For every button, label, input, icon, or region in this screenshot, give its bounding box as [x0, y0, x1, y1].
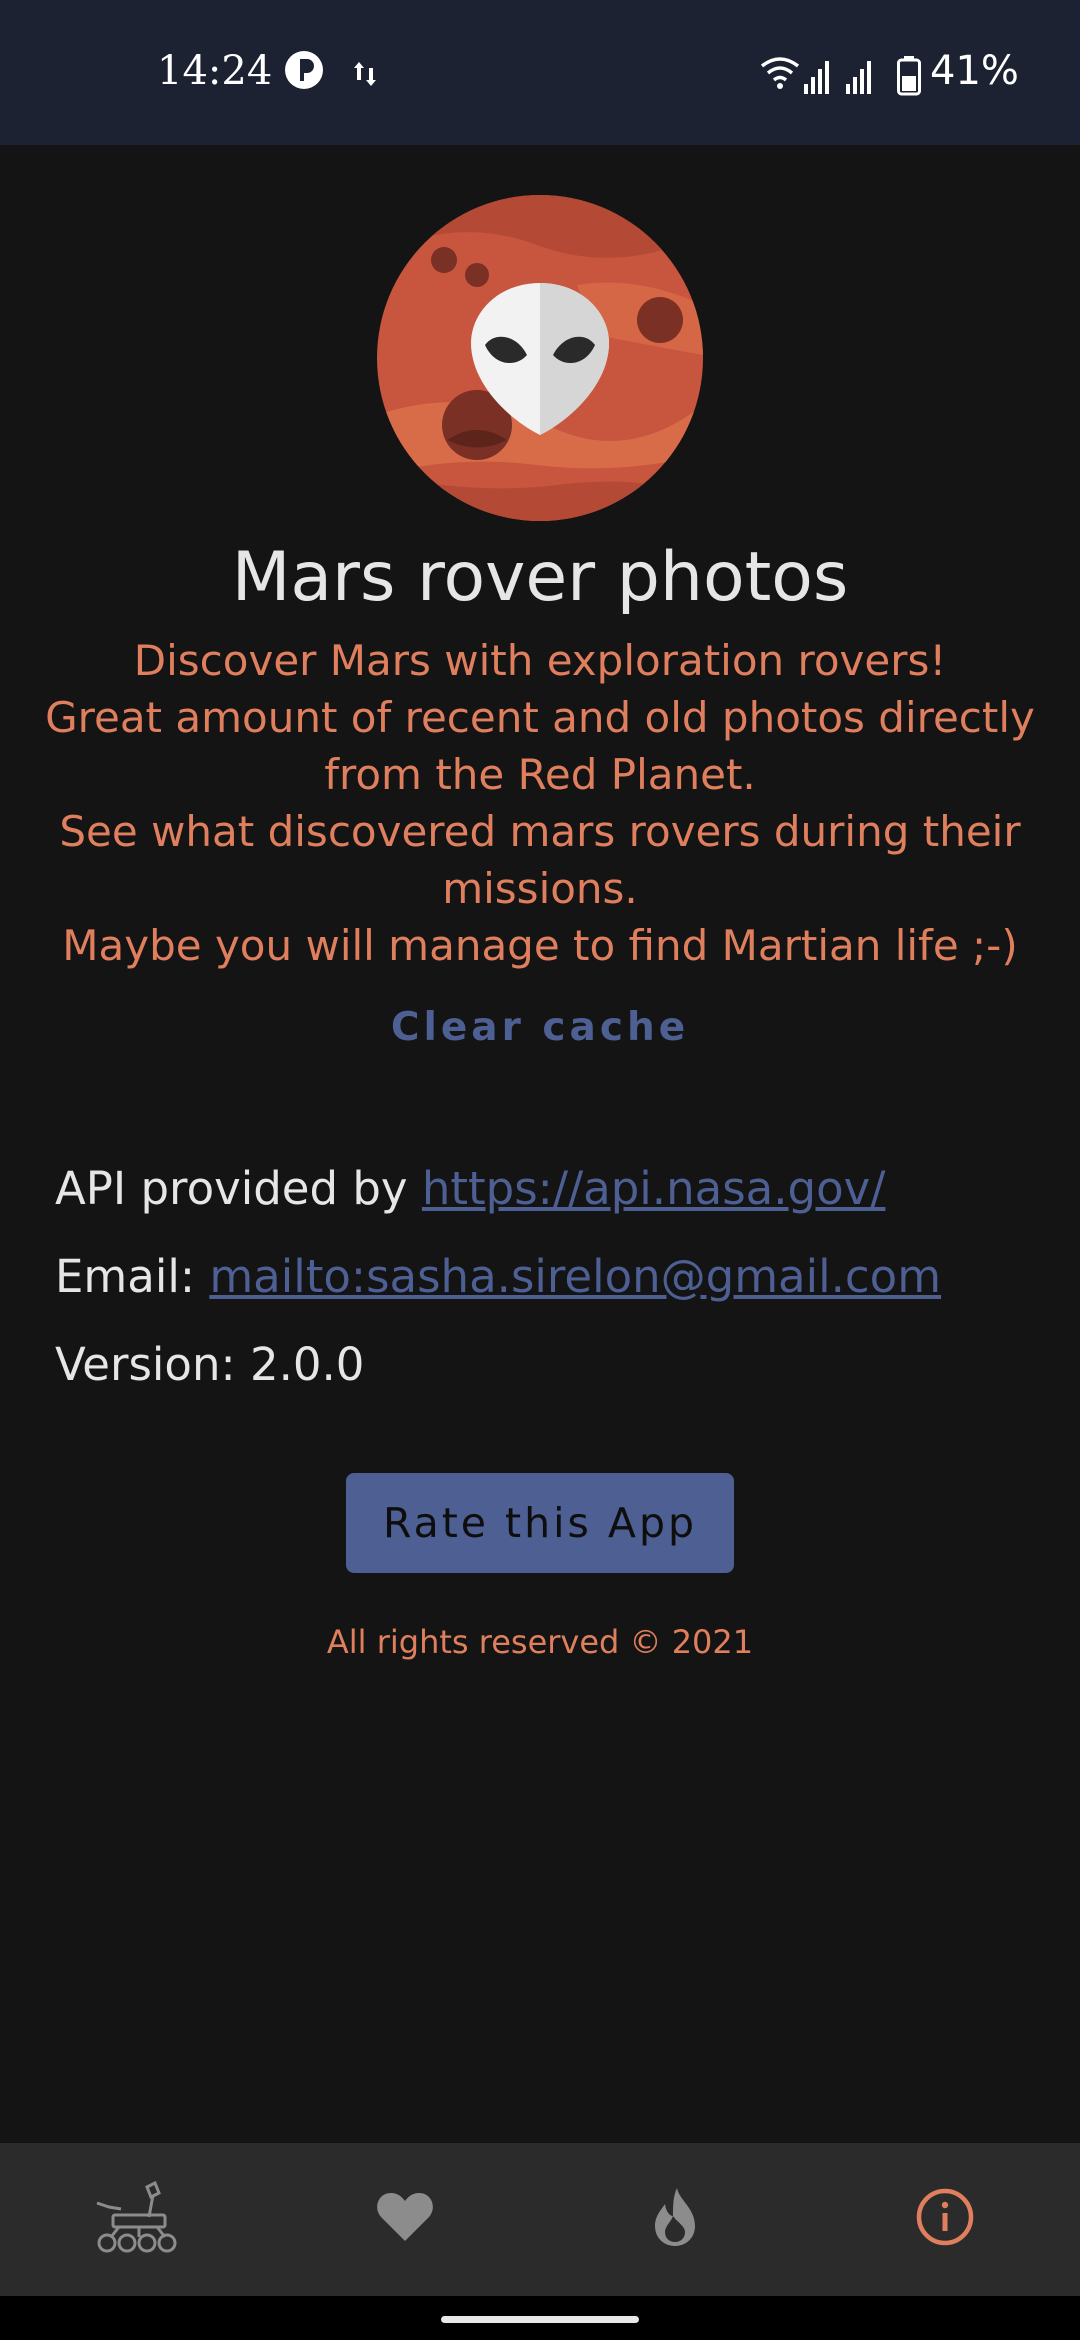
fire-icon	[651, 2186, 699, 2253]
description-line: Discover Mars with exploration rovers!	[133, 636, 947, 685]
home-gesture-bar[interactable]	[441, 2316, 639, 2323]
email-label: Email:	[55, 1250, 210, 1303]
description-line: from the Red Planet.	[324, 750, 756, 799]
email-link[interactable]: mailto:sasha.sirelon@gmail.com	[209, 1250, 941, 1303]
wifi-icon	[760, 54, 800, 95]
api-link[interactable]: https://api.nasa.gov/	[422, 1162, 886, 1215]
rate-app-button[interactable]: Rate this App	[346, 1473, 734, 1573]
description-line: See what discovered mars rovers during t…	[59, 807, 1021, 856]
description-line: Maybe you will manage to find Martian li…	[62, 921, 1018, 970]
version-info: Version: 2.0.0	[55, 1338, 365, 1391]
copyright-text: All rights reserved © 2021	[326, 1623, 754, 1661]
battery-icon	[897, 56, 921, 101]
clear-cache-button[interactable]: Clear cache	[0, 1005, 1080, 1050]
description-line: missions.	[442, 864, 638, 913]
signal-icon	[804, 60, 834, 99]
api-info: API provided by https://api.nasa.gov/	[55, 1162, 885, 1215]
app-logo	[377, 195, 703, 521]
bottom-navigation	[0, 2143, 1080, 2296]
description-line: Great amount of recent and old photos di…	[45, 693, 1035, 742]
nav-item-popular[interactable]	[540, 2143, 810, 2296]
rate-app-label: Rate this App	[383, 1499, 697, 1547]
status-time: 14:24	[157, 48, 273, 94]
nav-item-rovers[interactable]	[0, 2143, 270, 2296]
battery-percentage: 41%	[930, 48, 1019, 94]
status-bar: 14:24 41%	[0, 0, 1080, 145]
rover-icon	[93, 2179, 177, 2260]
email-info: Email: mailto:sasha.sirelon@gmail.com	[55, 1250, 941, 1303]
signal-icon	[846, 60, 876, 99]
info-icon	[916, 2188, 974, 2251]
api-label: API provided by	[55, 1162, 422, 1215]
app-description: Discover Mars with exploration rovers! G…	[30, 632, 1050, 974]
data-transfer-icon	[352, 58, 378, 95]
app-title: Mars rover photos	[231, 538, 849, 617]
app-notification-icon	[284, 50, 324, 95]
nav-item-about[interactable]	[810, 2143, 1080, 2296]
nav-item-favorites[interactable]	[270, 2143, 540, 2296]
heart-icon	[376, 2191, 434, 2248]
